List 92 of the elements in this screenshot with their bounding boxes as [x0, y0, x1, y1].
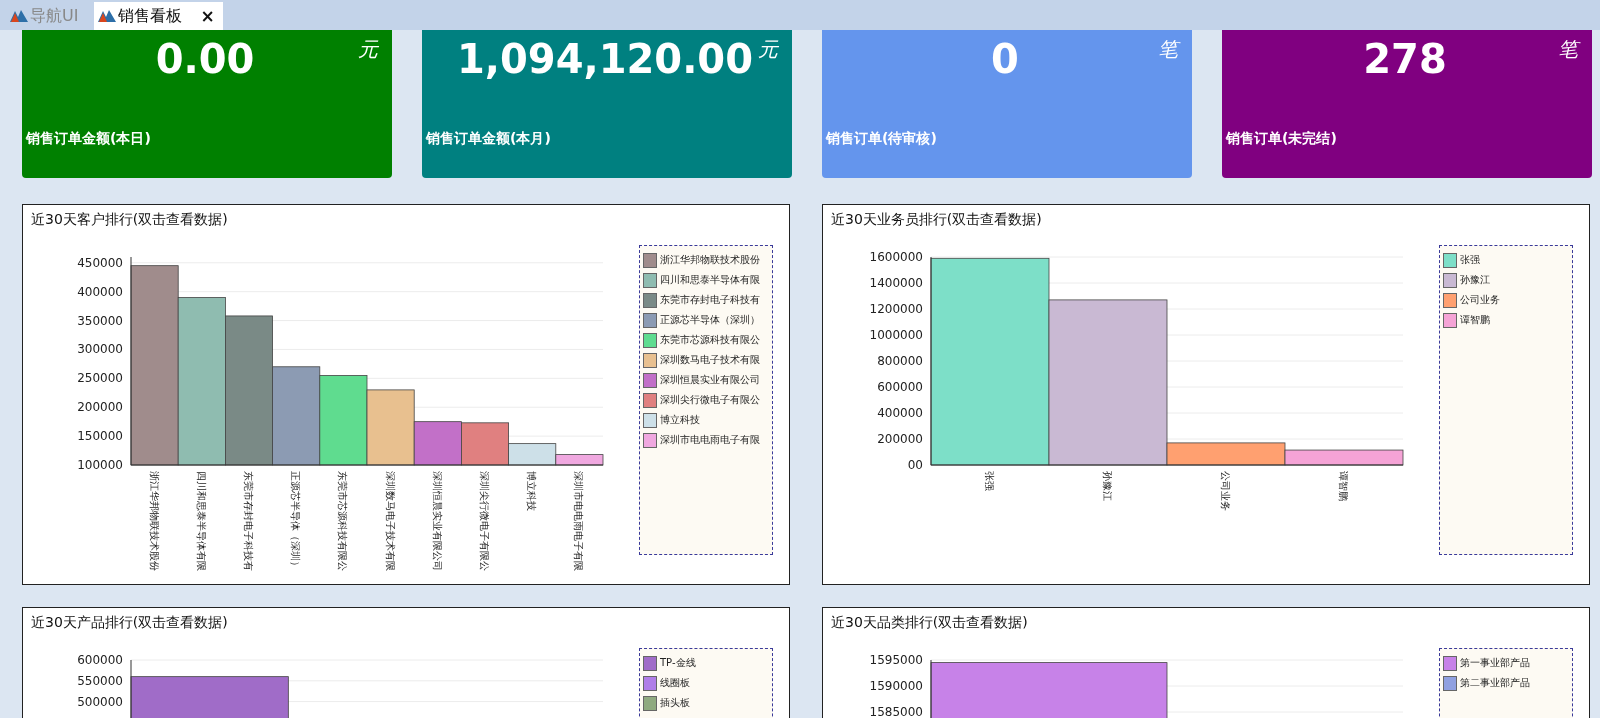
- bar[interactable]: [1048, 299, 1168, 466]
- legend-label: 正源芯半导体（深圳）: [660, 313, 760, 327]
- mountain-logo-icon: [10, 8, 28, 24]
- axis-label: 正源芯半导体（深圳）: [290, 471, 302, 571]
- axis-label: 张强: [984, 471, 995, 491]
- legend-label: 第二事业部产品: [1460, 676, 1530, 690]
- legend-label: 孙豫江: [1460, 273, 1490, 287]
- legend-label: 东莞市芯源科技有限公: [660, 333, 760, 347]
- tick-label: 800000: [877, 354, 923, 368]
- bar[interactable]: [461, 422, 509, 466]
- legend-label: 博立科技: [660, 413, 700, 427]
- bar[interactable]: [930, 662, 1168, 718]
- legend-label: 深圳数马电子技术有限: [660, 353, 760, 367]
- tick-label: 550000: [77, 673, 123, 688]
- tick-label: 150000: [77, 429, 123, 444]
- bar[interactable]: [319, 375, 368, 466]
- legend-label: 东莞市存封电子科技有: [660, 293, 760, 307]
- bar[interactable]: [1166, 442, 1286, 466]
- tick-label: 100000: [77, 458, 123, 472]
- legend-label: 插头板: [660, 696, 690, 710]
- bar[interactable]: [366, 389, 415, 466]
- legend-label: 张强: [1460, 253, 1480, 267]
- bar[interactable]: [930, 257, 1050, 466]
- chart-title: 近30天客户排行(双击查看数据): [31, 211, 229, 229]
- tick-label: 1400000: [869, 276, 923, 290]
- stat-label: 销售订单金额(本月): [426, 130, 552, 148]
- bar[interactable]: [272, 366, 321, 466]
- stat-label: 销售订单金额(本日): [26, 130, 152, 148]
- axis-label: 东莞市存封电子科技有: [243, 471, 254, 571]
- chart-panel[interactable]: 近30天品类排行(双击查看数据) 1585000 1590000 1595000 第一事业部产品 第二事业部产品: [822, 607, 1590, 718]
- legend-label: 线圈板: [660, 676, 690, 690]
- chart-title: 近30天品类排行(双击查看数据): [831, 614, 1029, 632]
- close-icon[interactable]: ×: [200, 6, 215, 26]
- bar[interactable]: [225, 315, 273, 466]
- axis-label: 公司业务: [1220, 471, 1231, 511]
- bar[interactable]: [130, 265, 179, 466]
- axis-label: 孙豫江: [1102, 471, 1113, 501]
- tick-label: 400000: [877, 406, 923, 420]
- axis-label: 博立科技: [526, 471, 538, 511]
- tick-label: 250000: [77, 371, 123, 386]
- tick-label: 200000: [877, 432, 923, 446]
- chart-panel[interactable]: 近30天产品排行(双击查看数据) 500000 550000 600000 TP-金线 线圈板 插头板: [22, 607, 790, 718]
- tick-label: 1595000: [869, 653, 923, 667]
- tick-label: 500000: [77, 694, 123, 709]
- stat-label: 销售订单(未完结): [1226, 130, 1338, 148]
- chart-title: 近30天业务员排行(双击查看数据): [831, 211, 1043, 229]
- axis-label: 深圳市电电雨电子有限: [573, 471, 585, 571]
- tick-label: 1600000: [869, 250, 923, 264]
- tick-label: 200000: [77, 400, 123, 415]
- tick-label: 1200000: [869, 302, 923, 316]
- axis-label: 深圳恒晨实业有限公司: [431, 471, 443, 571]
- stat-value: 0: [991, 36, 1019, 82]
- bar[interactable]: [555, 454, 604, 466]
- legend-label: TP-金线: [660, 656, 696, 670]
- legend-label: 四川和思泰半导体有限: [660, 273, 760, 287]
- unit-label: 元: [358, 36, 378, 63]
- chart-panel[interactable]: 近30天业务员排行(双击查看数据) 00 200000 400000 600000 800000 1000000 1200000 1400000 1600000 张强 孙豫江 公司业务 谭智鹏 张强 孙豫江 公司业务 谭智鹏: [822, 204, 1590, 585]
- tick-label: 1590000: [869, 679, 923, 693]
- tick-label: 1585000: [869, 705, 923, 718]
- stat-value: 0.00: [155, 36, 255, 82]
- stat-value: 278: [1363, 36, 1447, 82]
- tab[interactable]: 销售看板 ×: [94, 2, 223, 30]
- legend-label: 公司业务: [1460, 293, 1500, 307]
- chart-panel[interactable]: [22, 204, 790, 585]
- axis-label: 四川和思泰半导体有限: [195, 471, 207, 571]
- stat-label: 销售订单(待审核): [826, 130, 938, 148]
- axis-label: 浙江华邦物联技术股份: [148, 471, 160, 571]
- legend-label: 谭智鹏: [1460, 313, 1490, 327]
- tick-label: 1000000: [869, 328, 923, 342]
- unit-label: 元: [758, 36, 778, 63]
- axis-label: 深圳尖行微电子有限公: [479, 471, 490, 571]
- axis-label: 深圳数马电子技术有限: [384, 471, 396, 571]
- legend-label: 深圳尖行微电子有限公: [660, 393, 760, 407]
- legend-label: 浙江华邦物联技术股份: [660, 253, 760, 267]
- legend-label: 深圳恒晨实业有限公司: [660, 373, 760, 387]
- tick-label: 600000: [877, 380, 923, 394]
- tick-label: 300000: [77, 342, 123, 357]
- bar[interactable]: [177, 297, 226, 466]
- legend-label: 深圳市电电雨电子有限: [660, 433, 760, 447]
- tick-label: 00: [907, 458, 923, 472]
- legend-label: 第一事业部产品: [1460, 656, 1530, 670]
- mountain-logo-icon: [98, 8, 117, 24]
- chart-title: 近30天产品排行(双击查看数据): [31, 614, 229, 632]
- axis-label: 东莞市芯源科技有限公: [337, 471, 349, 571]
- tick-label: 600000: [77, 653, 123, 667]
- tick-label: 400000: [77, 284, 123, 299]
- bar[interactable]: [508, 443, 557, 466]
- stat-value: 1,094,120.00: [456, 36, 754, 82]
- bar[interactable]: [413, 421, 462, 466]
- tick-label: 350000: [77, 313, 123, 328]
- tick-label: 450000: [77, 255, 123, 270]
- axis-label: 谭智鹏: [1338, 471, 1349, 501]
